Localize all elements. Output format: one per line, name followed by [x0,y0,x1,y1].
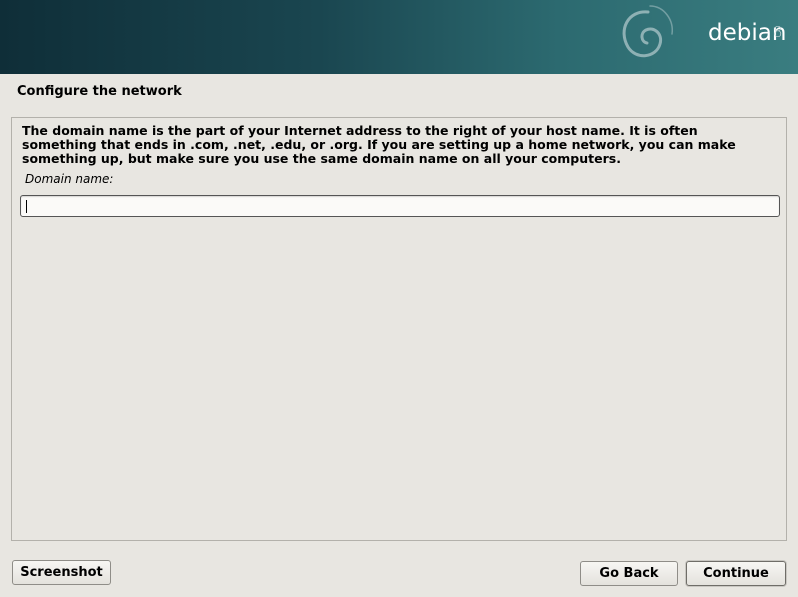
domain-name-input[interactable] [20,195,780,217]
debian-version: 8 [773,23,783,41]
content-panel: The domain name is the part of your Inte… [11,117,787,541]
debian-swirl-icon [622,5,673,58]
description-text: The domain name is the part of your Inte… [22,123,736,166]
continue-button[interactable]: Continue [686,561,786,586]
banner: debian 8 [0,0,798,74]
page-title: Configure the network [17,84,182,99]
screenshot-button[interactable]: Screenshot [12,560,111,585]
go-back-button[interactable]: Go Back [580,561,678,586]
text-caret [26,200,27,213]
domain-name-label: Domain name: [25,172,114,186]
